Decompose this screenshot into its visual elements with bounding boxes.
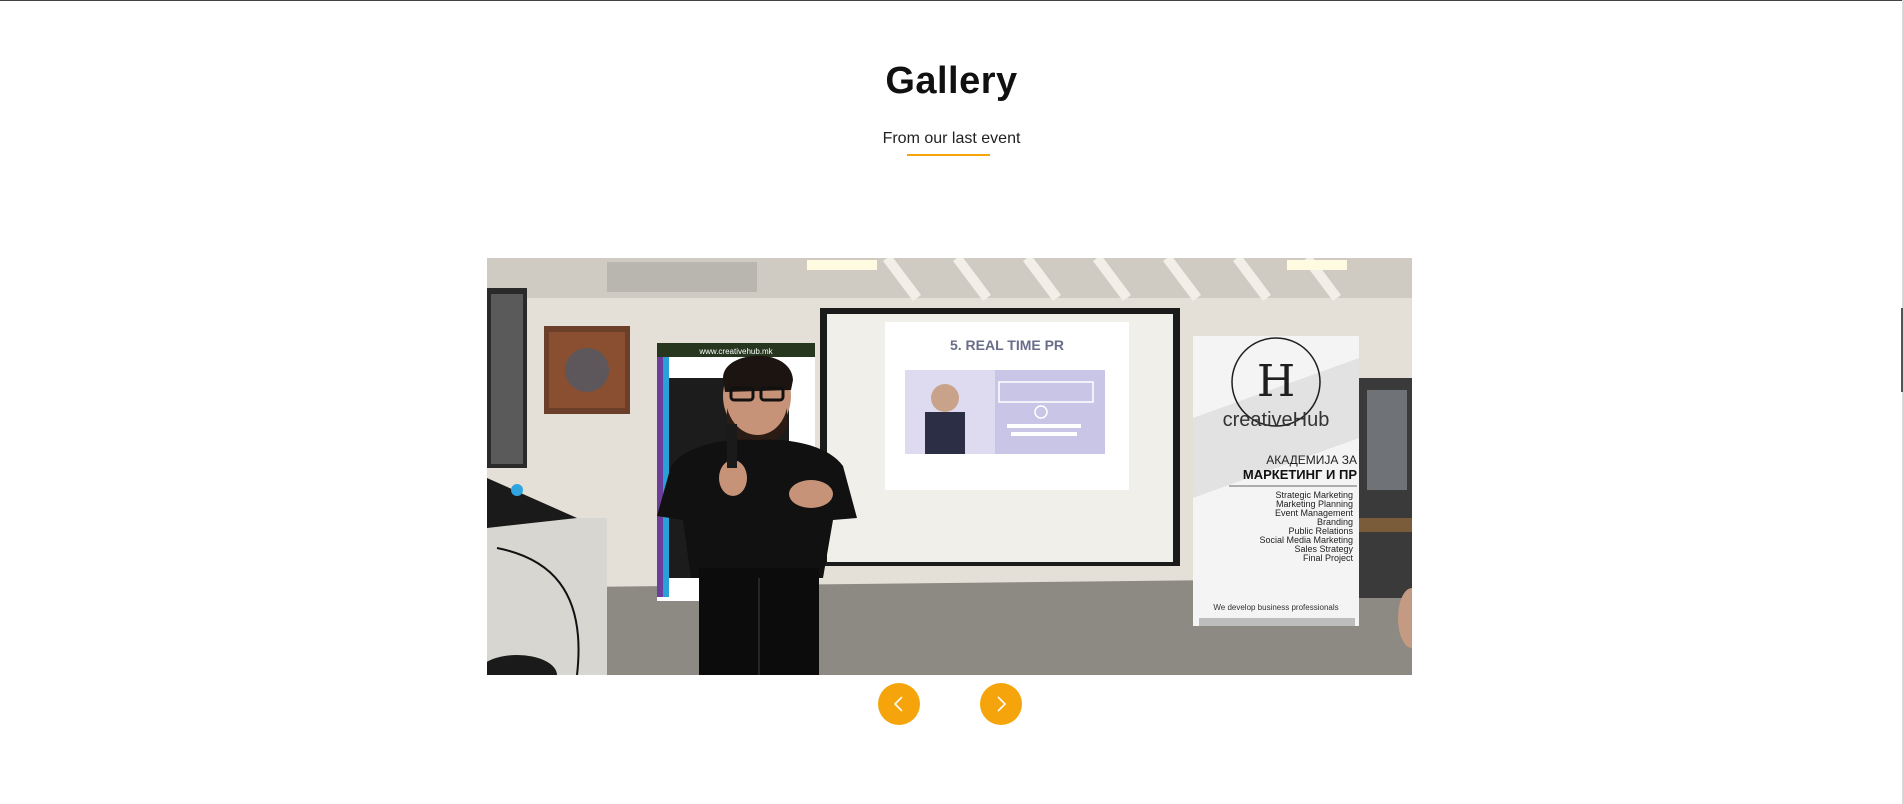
banner-logo-text: creativeHub: [1223, 409, 1330, 431]
top-border: [0, 0, 1903, 1]
carousel-prev-button[interactable]: [878, 683, 920, 725]
title-underline: [907, 154, 990, 156]
section-subtitle: From our last event: [882, 130, 1021, 147]
event-photo: 5. REAL TIME PR www.creativehub.mk H cre…: [487, 258, 1412, 675]
banner-tagline: We develop business professionals: [1213, 603, 1338, 612]
banner-academy-line2: МАРКЕТИНГ И ПР: [1243, 467, 1357, 482]
carousel-next-button[interactable]: [980, 683, 1022, 725]
svg-text:H: H: [1257, 356, 1295, 407]
banner-left-url: www.creativehub.mk: [698, 347, 773, 356]
chevron-left-icon: [893, 696, 903, 712]
section-title: Gallery: [885, 60, 1018, 102]
chevron-right-icon: [997, 696, 1007, 712]
banner-academy-line1: АКАДЕМИЈА ЗА: [1266, 453, 1357, 467]
slide-heading: 5. REAL TIME PR: [950, 337, 1064, 353]
gallery-image: 5. REAL TIME PR www.creativehub.mk H cre…: [487, 258, 1412, 675]
banner-course: Final Project: [1303, 553, 1354, 563]
